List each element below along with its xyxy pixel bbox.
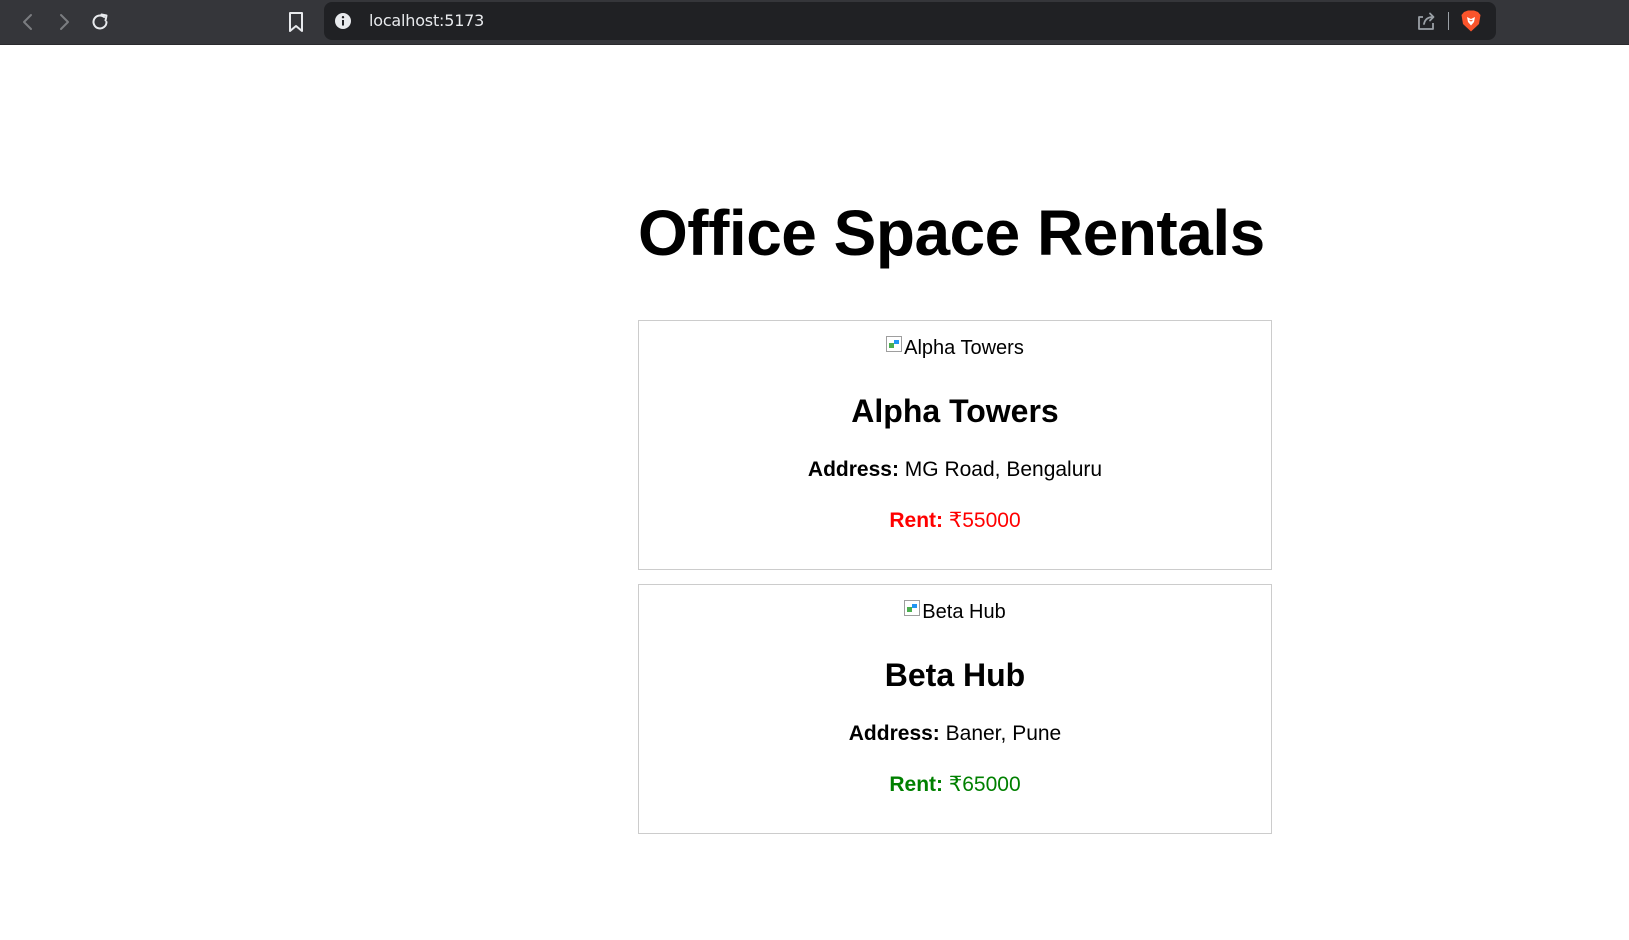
page-title: Office Space Rentals: [638, 197, 1265, 269]
bookmark-button[interactable]: [282, 8, 310, 36]
reload-button[interactable]: [86, 8, 114, 36]
listing-image-alt-text: Alpha Towers: [904, 336, 1024, 359]
listing-image-wrapper: Alpha Towers: [639, 335, 1271, 361]
listing-card: Alpha Towers Alpha Towers Address: MG Ro…: [638, 320, 1272, 570]
rent-value: ₹65000: [948, 773, 1021, 796]
listing-image: Alpha Towers: [886, 335, 1024, 361]
back-button[interactable]: [14, 8, 42, 36]
back-arrow-icon: [23, 14, 32, 30]
address-value: MG Road, Bengaluru: [904, 458, 1103, 481]
brave-shields-icon[interactable]: [1460, 9, 1482, 33]
page-content: Office Space Rentals Alpha Towers Alpha …: [0, 46, 1629, 940]
listing-image: Beta Hub: [904, 599, 1006, 625]
listing-name: Beta Hub: [884, 657, 1026, 693]
listing-address: Address: MG Road, Bengaluru: [639, 458, 1271, 482]
listing-rent: Rent: ₹55000: [639, 508, 1271, 533]
address-value: Baner, Pune: [945, 722, 1062, 745]
rent-value: ₹55000: [948, 509, 1021, 532]
listing-name: Alpha Towers: [851, 393, 1059, 429]
forward-button[interactable]: [50, 8, 78, 36]
site-info-icon[interactable]: [334, 12, 352, 30]
listing-rent: Rent: ₹65000: [639, 772, 1271, 797]
bookmark-icon: [289, 12, 303, 32]
address-bar[interactable]: localhost:5173: [324, 2, 1496, 40]
address-label: Address:: [848, 722, 940, 745]
toolbar-divider: [1448, 12, 1449, 30]
url-text: localhost:5173: [369, 11, 485, 30]
rent-label: Rent:: [889, 773, 944, 796]
broken-image-icon: [886, 336, 903, 352]
browser-toolbar: localhost:5173: [0, 0, 1629, 45]
rent-label: Rent:: [889, 509, 944, 532]
forward-arrow-icon: [60, 14, 69, 30]
reload-icon: [92, 13, 108, 30]
broken-image-icon: [904, 600, 921, 616]
listing-image-wrapper: Beta Hub: [639, 599, 1271, 625]
address-label: Address:: [807, 458, 899, 481]
share-icon[interactable]: [1415, 10, 1437, 32]
listing-card: Beta Hub Beta Hub Address: Baner, Pune R…: [638, 584, 1272, 834]
listing-image-alt-text: Beta Hub: [922, 600, 1006, 623]
listing-address: Address: Baner, Pune: [639, 722, 1271, 746]
